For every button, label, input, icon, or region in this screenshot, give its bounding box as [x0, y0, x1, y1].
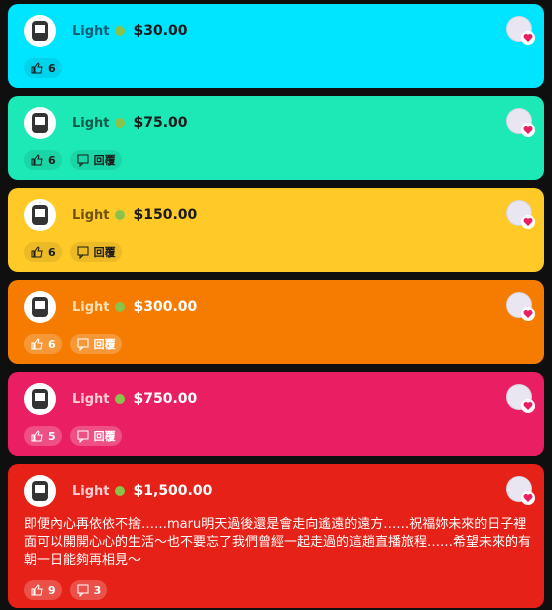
like-button[interactable]: 6 [24, 150, 62, 170]
reply-label: 回覆 [93, 154, 116, 167]
like-button[interactable]: 5 [24, 426, 62, 446]
member-badge-icon [114, 394, 125, 404]
avatar[interactable] [24, 383, 56, 415]
reply-button[interactable]: 回覆 [69, 334, 122, 354]
author-name[interactable]: Light [72, 24, 110, 39]
heart-icon [521, 123, 535, 137]
author-name[interactable]: Light [72, 484, 110, 499]
channel-avatar [506, 384, 535, 413]
heart-icon [521, 399, 535, 413]
reply-button[interactable]: 3 [69, 580, 108, 600]
thumbs-up-icon [31, 584, 43, 596]
super-chat-card: Light $300.00 6 回覆 [8, 280, 544, 364]
like-button[interactable]: 6 [24, 58, 62, 78]
like-count: 5 [48, 429, 56, 443]
amount: $750.00 [133, 391, 198, 407]
avatar[interactable] [24, 15, 56, 47]
thumbs-up-icon [31, 154, 43, 166]
channel-avatar [506, 292, 535, 321]
avatar[interactable] [24, 475, 56, 507]
channel-avatar [506, 108, 535, 137]
amount: $150.00 [133, 207, 198, 223]
super-chat-list: Light $30.00 6 Light $75.00 6 回覆 Light $… [0, 0, 552, 608]
like-button[interactable]: 6 [24, 242, 62, 262]
like-button[interactable]: 9 [24, 580, 62, 600]
member-badge-icon [114, 302, 125, 312]
comment-icon [77, 246, 89, 259]
super-chat-card: Light $30.00 6 [8, 4, 544, 88]
comment-icon [77, 584, 89, 597]
author-name[interactable]: Light [72, 392, 110, 407]
heart-icon [521, 307, 535, 321]
like-count: 6 [48, 153, 56, 167]
reply-button[interactable]: 回覆 [69, 426, 122, 446]
thumbs-up-icon [31, 62, 43, 74]
channel-avatar [506, 476, 535, 505]
thumbs-up-icon [31, 430, 43, 442]
member-badge-icon [114, 118, 125, 128]
amount: $75.00 [133, 115, 188, 131]
author-name[interactable]: Light [72, 208, 110, 223]
member-badge-icon [114, 26, 125, 36]
comment-icon [77, 154, 89, 167]
thumbs-up-icon [31, 246, 43, 258]
amount: $1,500.00 [133, 483, 213, 499]
reply-button[interactable]: 回覆 [69, 150, 122, 170]
reply-count: 3 [93, 583, 102, 597]
super-chat-card: Light $750.00 5 回覆 [8, 372, 544, 456]
reply-label: 回覆 [93, 246, 116, 259]
super-chat-card: Light $1,500.00 即便內心再依依不捨……maru明天過後還是會走向… [8, 464, 544, 608]
like-count: 9 [48, 583, 56, 597]
reply-label: 回覆 [93, 338, 116, 351]
author-name[interactable]: Light [72, 300, 110, 315]
super-chat-card: Light $150.00 6 回覆 [8, 188, 544, 272]
comment-icon [77, 430, 89, 443]
like-button[interactable]: 6 [24, 334, 62, 354]
super-chat-message: 即便內心再依依不捨……maru明天過後還是會走向遙遠的遠方……祝福妳未來的日子裡… [24, 517, 532, 568]
reply-label: 回覆 [93, 430, 116, 443]
avatar[interactable] [24, 199, 56, 231]
heart-icon [521, 491, 535, 505]
avatar[interactable] [24, 291, 56, 323]
channel-avatar [506, 200, 535, 229]
comment-icon [77, 338, 89, 351]
thumbs-up-icon [31, 338, 43, 350]
avatar[interactable] [24, 107, 56, 139]
member-badge-icon [114, 210, 125, 220]
like-count: 6 [48, 61, 56, 75]
channel-avatar [506, 16, 535, 45]
heart-icon [521, 215, 535, 229]
heart-icon [521, 31, 535, 45]
like-count: 6 [48, 245, 56, 259]
reply-button[interactable]: 回覆 [69, 242, 122, 262]
author-name[interactable]: Light [72, 116, 110, 131]
member-badge-icon [114, 486, 125, 496]
amount: $30.00 [133, 23, 188, 39]
amount: $300.00 [133, 299, 198, 315]
super-chat-card: Light $75.00 6 回覆 [8, 96, 544, 180]
like-count: 6 [48, 337, 56, 351]
